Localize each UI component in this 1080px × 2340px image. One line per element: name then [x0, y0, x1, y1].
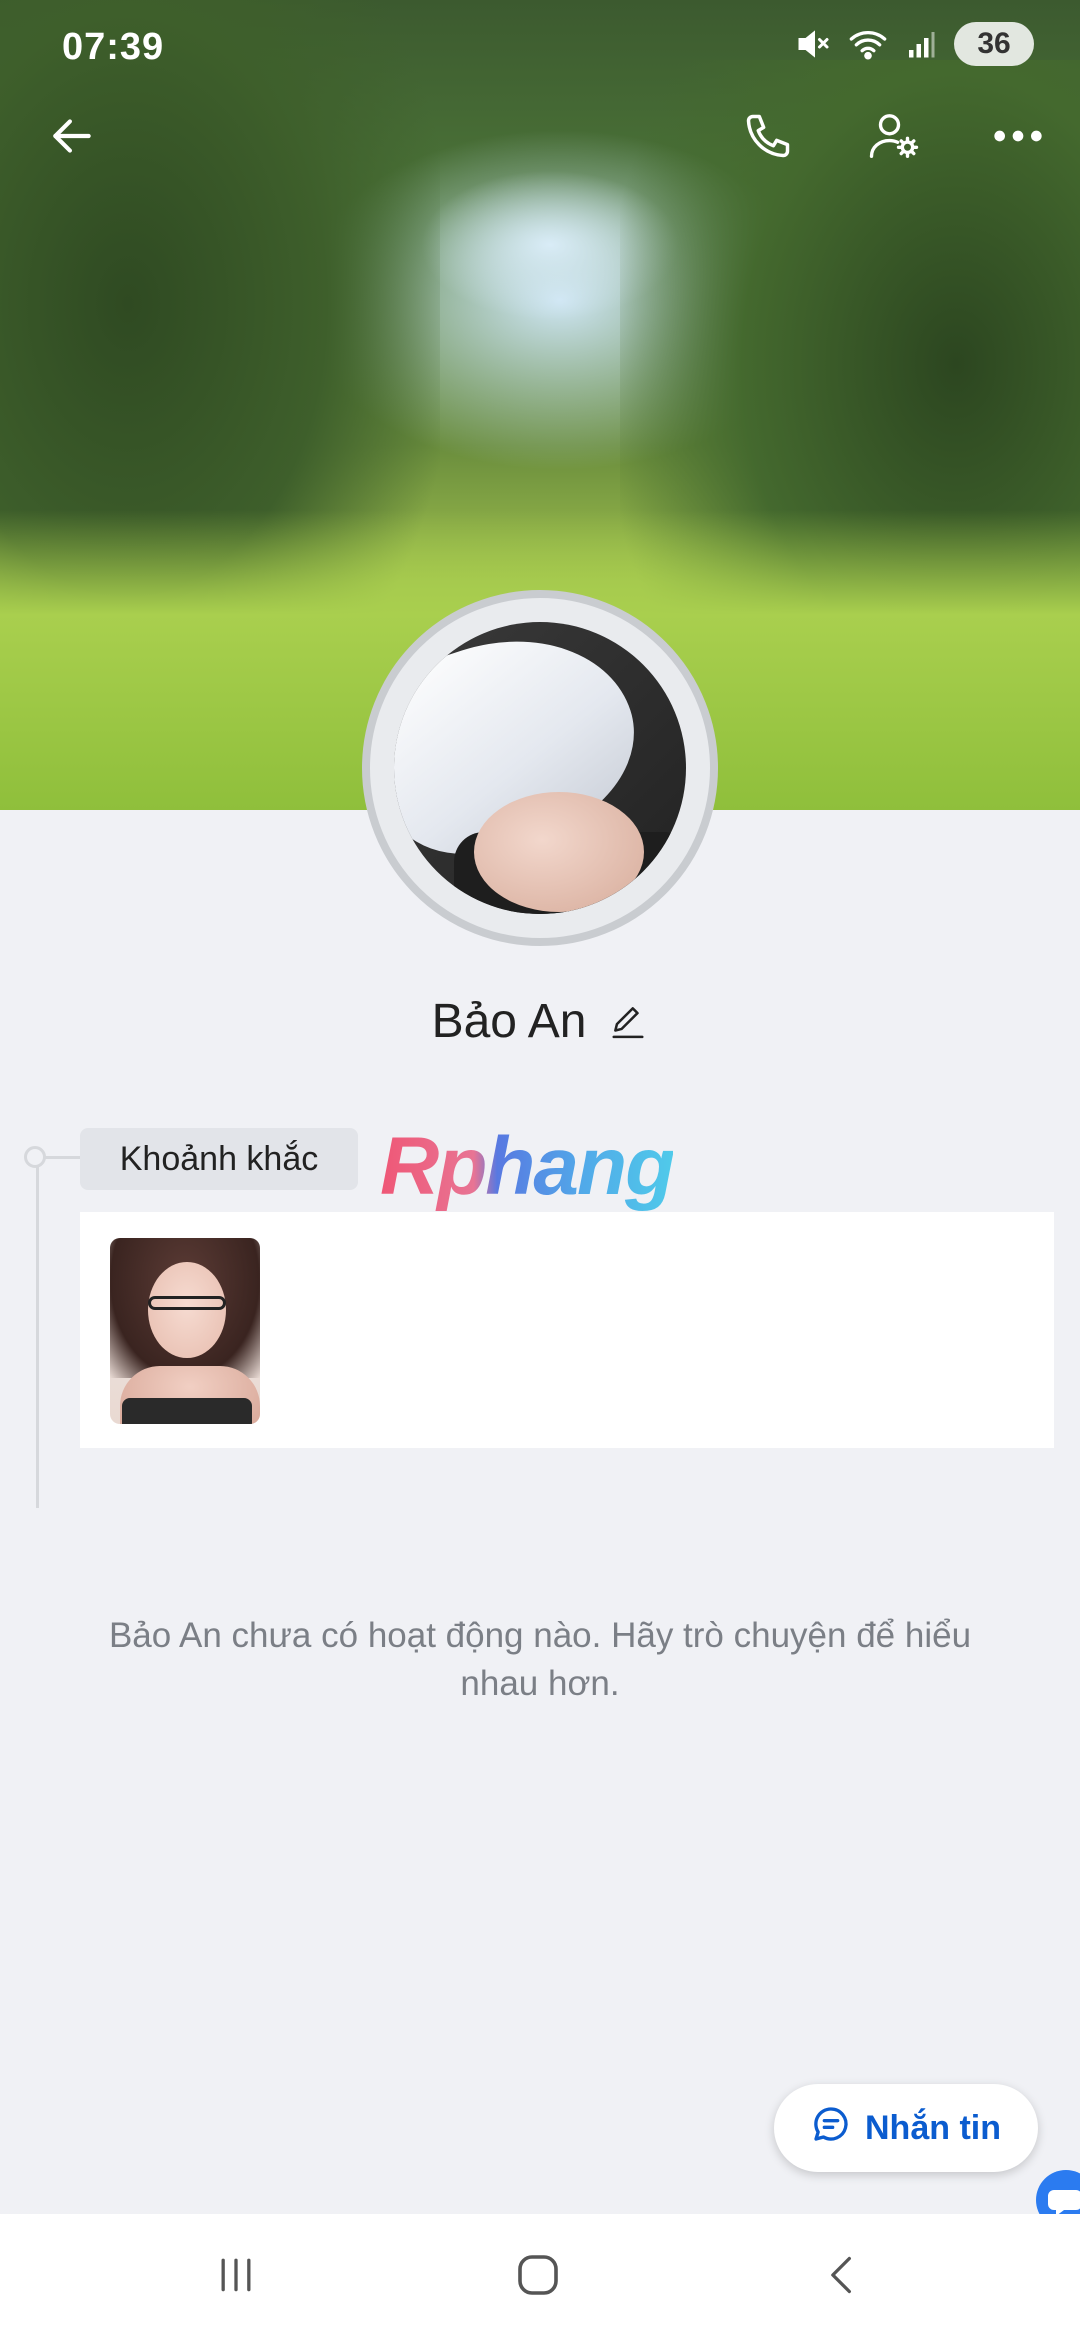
back-button[interactable] [30, 96, 114, 180]
more-dots-icon [993, 126, 1043, 151]
send-message-label: Nhắn tin [865, 2108, 1001, 2147]
call-button[interactable] [726, 96, 810, 180]
back-icon [820, 2250, 864, 2305]
timeline-line [36, 1158, 39, 1508]
profile-avatar[interactable] [362, 590, 718, 946]
system-nav-bar [0, 2214, 1080, 2340]
recents-button[interactable] [176, 2232, 296, 2322]
moments-label[interactable]: Khoảnh khắc [80, 1128, 358, 1190]
chat-icon [811, 2104, 851, 2153]
home-icon [514, 2251, 562, 2304]
avatar-skin [474, 792, 644, 912]
signal-icon [906, 29, 936, 59]
avatar-photo [394, 622, 686, 914]
profile-name: Bảo An [431, 994, 587, 1048]
moments-card [80, 1212, 1054, 1448]
phone-icon [742, 110, 794, 167]
status-time: 07:39 [62, 26, 165, 68]
thumb-top [122, 1398, 252, 1424]
status-icons: 36 [794, 22, 1034, 66]
more-options-button[interactable] [976, 96, 1060, 180]
edit-name-icon[interactable] [608, 1001, 648, 1041]
nav-back-button[interactable] [782, 2232, 902, 2322]
status-bar: 07:39 36 [0, 0, 1080, 96]
profile-name-row: Bảo An [0, 986, 1080, 1056]
thumb-glasses [148, 1296, 226, 1310]
home-button[interactable] [478, 2232, 598, 2322]
timeline-dot [24, 1146, 46, 1168]
thumb-face [148, 1262, 226, 1358]
user-settings-icon [867, 109, 921, 168]
recents-icon [213, 2253, 259, 2302]
top-action-bar [0, 96, 1080, 180]
wifi-icon [848, 26, 888, 62]
timeline-connector [44, 1156, 80, 1159]
back-arrow-icon [47, 111, 97, 166]
profile-settings-button[interactable] [852, 96, 936, 180]
watermark-logo: Rphang [380, 1121, 675, 1212]
battery-icon: 36 [954, 22, 1034, 66]
empty-activity-message: Bảo An chưa có hoạt động nào. Hãy trò ch… [108, 1616, 972, 1703]
mute-icon [794, 26, 830, 62]
send-message-button[interactable]: Nhắn tin [774, 2084, 1038, 2172]
moment-thumbnail[interactable] [110, 1238, 260, 1424]
